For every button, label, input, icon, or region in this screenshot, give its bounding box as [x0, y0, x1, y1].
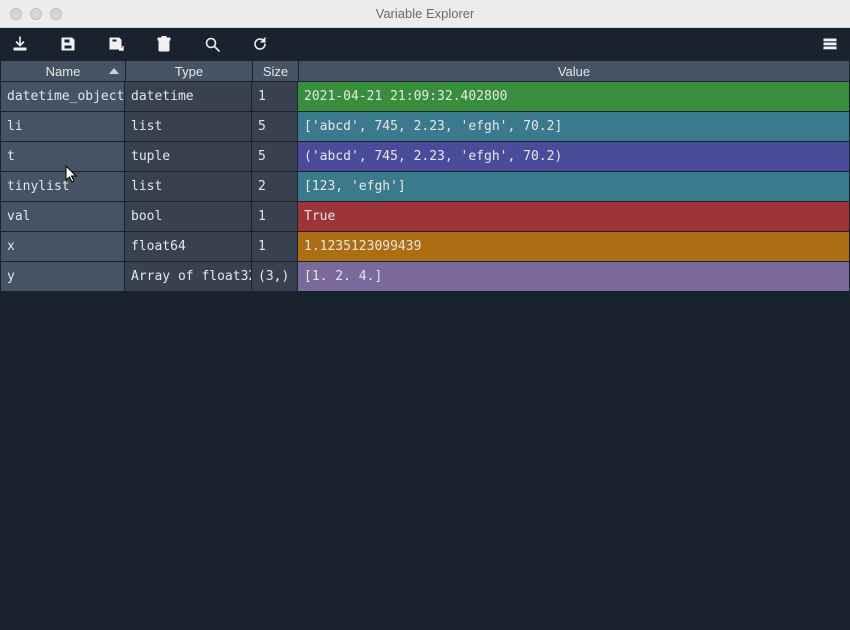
- cell-name: datetime_object: [1, 82, 125, 112]
- column-header-label: Name: [46, 64, 81, 79]
- cell-value: ('abcd', 745, 2.23, 'efgh', 70.2): [298, 142, 849, 172]
- cell-size: 1: [252, 82, 298, 112]
- column-header-name[interactable]: Name: [0, 60, 125, 82]
- cell-value: True: [298, 202, 849, 232]
- cell-size: 2: [252, 172, 298, 202]
- table-row[interactable]: valbool1True: [1, 202, 849, 232]
- table-row[interactable]: ttuple5('abcd', 745, 2.23, 'efgh', 70.2): [1, 142, 849, 172]
- column-header-size[interactable]: Size: [252, 60, 298, 82]
- column-header-type[interactable]: Type: [125, 60, 252, 82]
- cell-size: 1: [252, 232, 298, 262]
- cell-value: 2021-04-21 21:09:32.402800: [298, 82, 849, 112]
- sort-ascending-icon: [109, 68, 119, 74]
- window-controls: [0, 8, 62, 20]
- save-as-button[interactable]: [106, 34, 126, 54]
- options-menu-button[interactable]: [820, 34, 840, 54]
- close-window-button[interactable]: [10, 8, 22, 20]
- cell-size: 1: [252, 202, 298, 232]
- column-header-label: Type: [175, 64, 203, 79]
- cell-name: y: [1, 262, 125, 292]
- table-body: datetime_objectdatetime12021-04-21 21:09…: [0, 82, 850, 630]
- zoom-window-button[interactable]: [50, 8, 62, 20]
- search-button[interactable]: [202, 34, 222, 54]
- table-row[interactable]: tinylistlist2[123, 'efgh']: [1, 172, 849, 202]
- cell-type: float64: [125, 232, 252, 262]
- table-row[interactable]: yArray of float32(3,)[1. 2. 4.]: [1, 262, 849, 292]
- import-data-button[interactable]: [10, 34, 30, 54]
- cell-value: 1.1235123099439: [298, 232, 849, 262]
- column-header-label: Size: [263, 64, 288, 79]
- cell-type: datetime: [125, 82, 252, 112]
- cell-type: list: [125, 172, 252, 202]
- minimize-window-button[interactable]: [30, 8, 42, 20]
- cell-size: (3,): [252, 262, 298, 292]
- cell-name: li: [1, 112, 125, 142]
- cell-size: 5: [252, 142, 298, 172]
- refresh-button[interactable]: [250, 34, 270, 54]
- save-button[interactable]: [58, 34, 78, 54]
- cell-size: 5: [252, 112, 298, 142]
- cell-type: list: [125, 112, 252, 142]
- table-row[interactable]: lilist5['abcd', 745, 2.23, 'efgh', 70.2]: [1, 112, 849, 142]
- cell-type: bool: [125, 202, 252, 232]
- cell-type: tuple: [125, 142, 252, 172]
- cell-value: [123, 'efgh']: [298, 172, 849, 202]
- table-row[interactable]: datetime_objectdatetime12021-04-21 21:09…: [1, 82, 849, 112]
- window-titlebar: Variable Explorer: [0, 0, 850, 28]
- cell-name: t: [1, 142, 125, 172]
- window-title: Variable Explorer: [0, 6, 850, 21]
- cell-name: val: [1, 202, 125, 232]
- cell-name: x: [1, 232, 125, 262]
- cell-value: [1. 2. 4.]: [298, 262, 849, 292]
- table-header: Name Type Size Value: [0, 60, 850, 82]
- table-row[interactable]: xfloat6411.1235123099439: [1, 232, 849, 262]
- cell-name: tinylist: [1, 172, 125, 202]
- delete-button[interactable]: [154, 34, 174, 54]
- toolbar: [0, 28, 850, 60]
- cell-value: ['abcd', 745, 2.23, 'efgh', 70.2]: [298, 112, 849, 142]
- column-header-label: Value: [558, 64, 590, 79]
- column-header-value[interactable]: Value: [298, 60, 850, 82]
- cell-type: Array of float32: [125, 262, 252, 292]
